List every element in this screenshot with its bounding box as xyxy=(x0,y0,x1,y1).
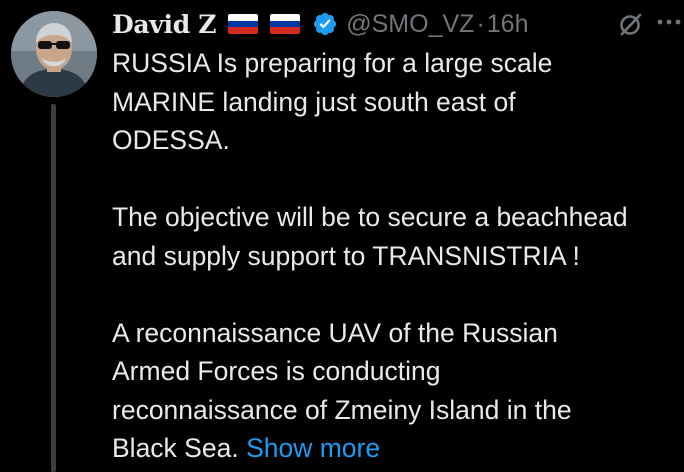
tweet-text-line: reconnaissance of Zmeiny Island in the xyxy=(112,394,572,425)
tweet-timestamp[interactable]: 16h xyxy=(487,10,529,39)
author-display-name[interactable]: David Z xyxy=(112,10,217,39)
tweet[interactable]: David Z @SMO_VZ · 16h RUSSIA Is preparin… xyxy=(0,0,684,472)
tweet-text-line: MARINE landing just south east of xyxy=(112,86,516,117)
tweet-header: David Z @SMO_VZ · 16h xyxy=(112,6,528,42)
tweet-text: RUSSIA Is preparing for a large scale MA… xyxy=(112,44,684,468)
tweet-text-line: The objective will be to secure a beachh… xyxy=(112,202,628,232)
russia-flag-icon xyxy=(270,14,301,34)
tweet-text-line: and supply support to TRANSNISTRIA ! xyxy=(112,240,580,271)
tweet-text-line: A reconnaissance UAV of the Russian xyxy=(112,317,558,348)
thread-line xyxy=(51,104,56,472)
header-separator: · xyxy=(476,9,485,38)
russia-flag-icon xyxy=(228,14,259,34)
avatar-image xyxy=(11,11,97,97)
tweet-text-line: Black Sea. xyxy=(112,433,239,463)
grok-icon[interactable] xyxy=(618,11,644,37)
tweet-text-line: ODESSA. xyxy=(112,125,230,155)
avatar[interactable] xyxy=(11,11,97,97)
tweet-text-last-line: Black Sea. Show more xyxy=(112,429,684,468)
verified-badge-icon[interactable] xyxy=(312,11,338,37)
show-more-link[interactable]: Show more xyxy=(246,433,380,463)
tweet-text-line: Armed Forces is conducting xyxy=(112,356,441,386)
more-icon[interactable] xyxy=(655,10,684,34)
author-handle[interactable]: @SMO_VZ xyxy=(346,10,474,39)
tweet-text-line: RUSSIA Is preparing for a large scale xyxy=(112,48,553,78)
